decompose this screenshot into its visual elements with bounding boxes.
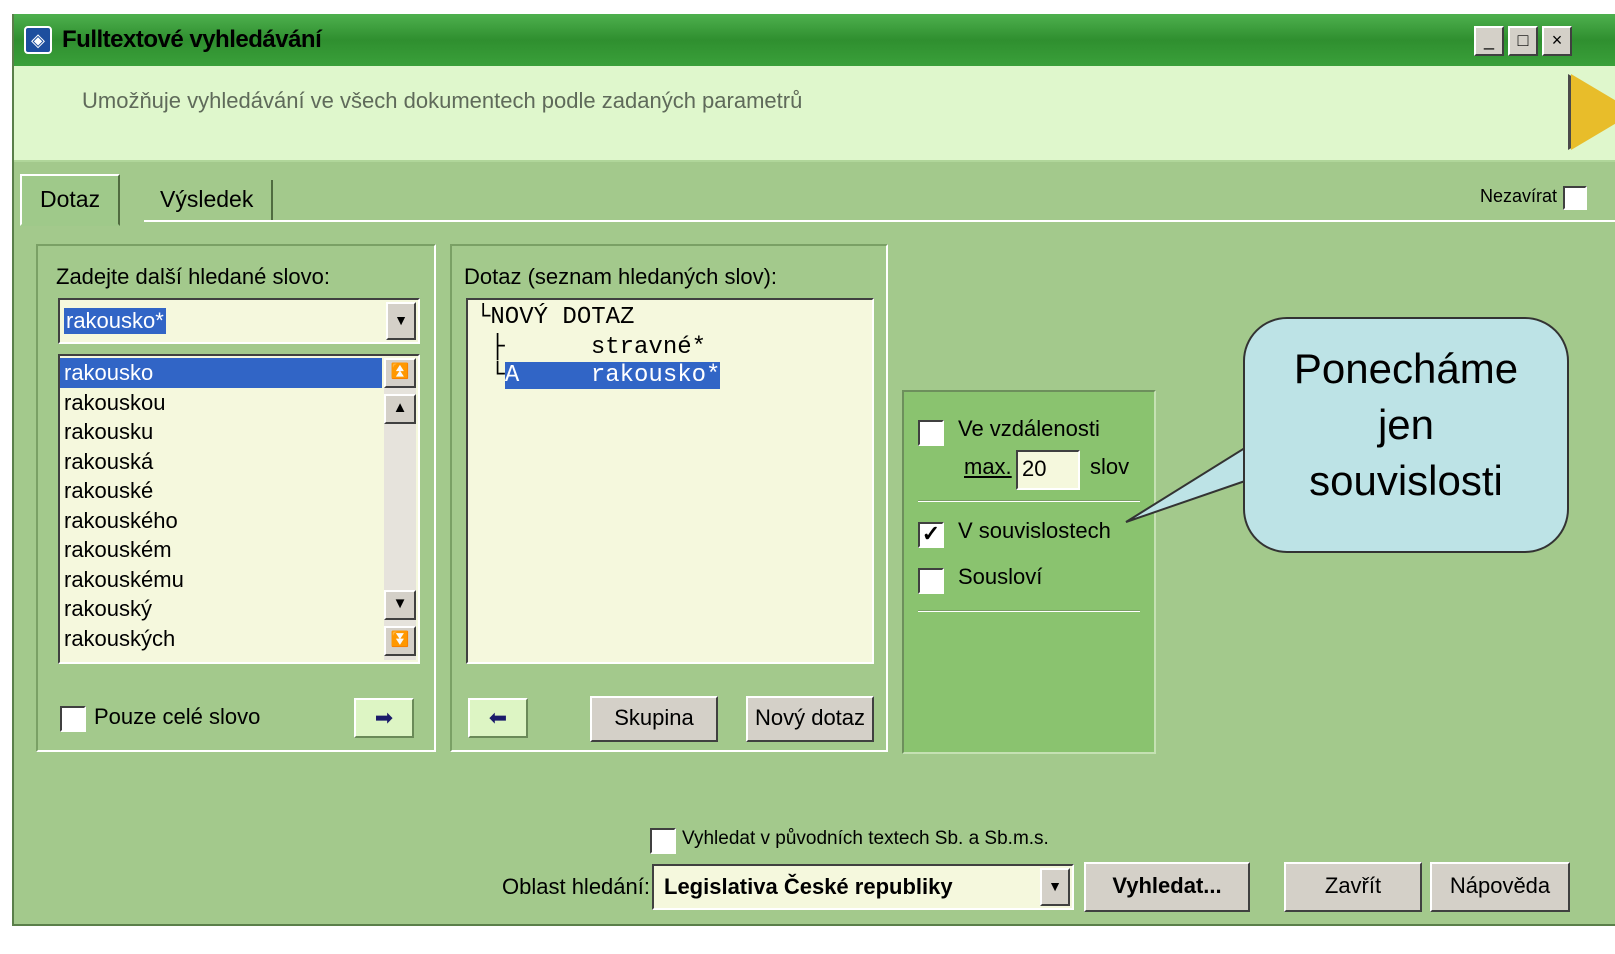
distance-max-input[interactable]: 20 [1016,450,1080,490]
suggestion-item[interactable]: rakousko [60,358,382,388]
close-button[interactable]: Zavřít [1284,862,1422,912]
query-tree[interactable]: └NOVÝ DOTAZ ├ stravné* └A rakousko* [466,298,874,664]
minimize-button[interactable]: _ [1474,26,1504,56]
nezavirat-checkbox[interactable] [1563,186,1587,210]
scroll-top-button[interactable]: ⏫ [384,358,416,388]
word-input-combo[interactable]: rakousko* ▼ [58,298,420,344]
search-area-label: Oblast hledání: [502,874,650,899]
context-label: V souvislostech [958,518,1111,543]
window-title: Fulltextové vyhledávání [62,26,322,53]
search-button[interactable]: Vyhledat... [1084,862,1250,912]
app-icon: ◈ [24,26,52,54]
callout-text: Ponecháme jen souvislosti [1293,345,1519,504]
options-separator [918,610,1140,612]
max-label: max. [964,454,1012,479]
suggestion-item[interactable]: rakousku [60,417,382,447]
tree-word: stravné* [590,334,707,361]
distance-unit: slov [1090,454,1130,479]
suggestion-item[interactable]: rakouských [60,624,382,654]
query-tree-node-selected[interactable]: └A rakousko* [476,362,721,389]
word-input-value[interactable]: rakousko* [64,308,166,334]
help-button[interactable]: Nápověda [1430,862,1570,912]
tree-connector: ├ [476,334,505,361]
suggestion-list[interactable]: rakousko rakouskou rakousku rakouská rakousk… [58,354,420,664]
scroll-up-button[interactable]: ▲ [384,394,416,424]
search-options-panel: Ve vzdálenosti max. 20 slov ✓ V souvislo… [902,390,1156,754]
annotation-callout: Ponecháme jen souvislosti [1243,317,1569,553]
window-description: Umožňuje vyhledávání ve všech dokumentec… [82,88,803,113]
query-label: Dotaz (seznam hledaných slov): [464,264,778,289]
description-bar: Umožňuje vyhledávání ve všech dokumentec… [14,66,1615,162]
remove-word-arrow-button[interactable]: ⬅ [468,698,528,738]
play-arrow-icon[interactable] [1571,74,1615,150]
search-area-dropdown-button[interactable]: ▼ [1040,868,1070,906]
tab-strip: Dotaz Výsledek [14,162,1615,226]
original-texts-label: Vyhledat v původních textech Sb. a Sb.m.… [682,828,1049,849]
query-root-node[interactable]: └NOVÝ DOTAZ [476,304,634,331]
context-checkbox[interactable]: ✓ [918,522,944,548]
suggestion-item[interactable]: rakouského [60,506,382,536]
whole-word-label: Pouze celé slovo [94,704,261,729]
search-area-select[interactable]: Legislativa České republiky ▼ [652,864,1074,910]
phrase-label: Sousloví [958,564,1043,589]
query-tree-node[interactable]: ├ stravné* [476,334,706,361]
suggestion-item[interactable]: rakouském [60,535,382,565]
tree-word: rakousko* [590,362,721,389]
options-separator [918,500,1140,502]
tab-vysledek[interactable]: Výsledek [142,180,274,220]
suggestion-scrollbar[interactable]: ⏫ ▲ ▼ ⏬ [384,358,416,660]
original-texts-checkbox[interactable] [650,828,676,854]
word-dropdown-button[interactable]: ▼ [386,302,416,340]
suggestion-item[interactable]: rakouské [60,476,382,506]
tree-operator: A [504,362,520,389]
scroll-down-button[interactable]: ▼ [384,590,416,620]
new-query-button[interactable]: Nový dotaz [746,696,874,742]
suggestion-item[interactable]: rakouská [60,447,382,477]
phrase-checkbox[interactable] [918,568,944,594]
search-area-value: Legislativa České republiky [664,874,953,899]
add-word-arrow-button[interactable]: ➡ [354,698,414,738]
close-window-button[interactable]: × [1542,26,1572,56]
distance-checkbox[interactable] [918,420,944,446]
tree-connector: └ [476,362,505,389]
group-button[interactable]: Skupina [590,696,718,742]
suggestion-item[interactable]: rakouskou [60,388,382,418]
tab-divider [144,220,1615,222]
tab-dotaz[interactable]: Dotaz [20,174,121,226]
scroll-bottom-button[interactable]: ⏬ [384,626,416,656]
suggestion-item[interactable]: rakouskému [60,565,382,595]
maximize-button[interactable]: □ [1508,26,1538,56]
distance-label: Ve vzdálenosti [958,416,1100,441]
word-entry-label: Zadejte další hledané slovo: [56,264,330,289]
whole-word-checkbox[interactable] [60,706,86,732]
suggestion-item[interactable]: rakouský [60,594,382,624]
title-bar: ◈ Fulltextové vyhledávání _ □ × [14,14,1615,66]
nezavirat-label: Nezavírat [1479,186,1557,206]
